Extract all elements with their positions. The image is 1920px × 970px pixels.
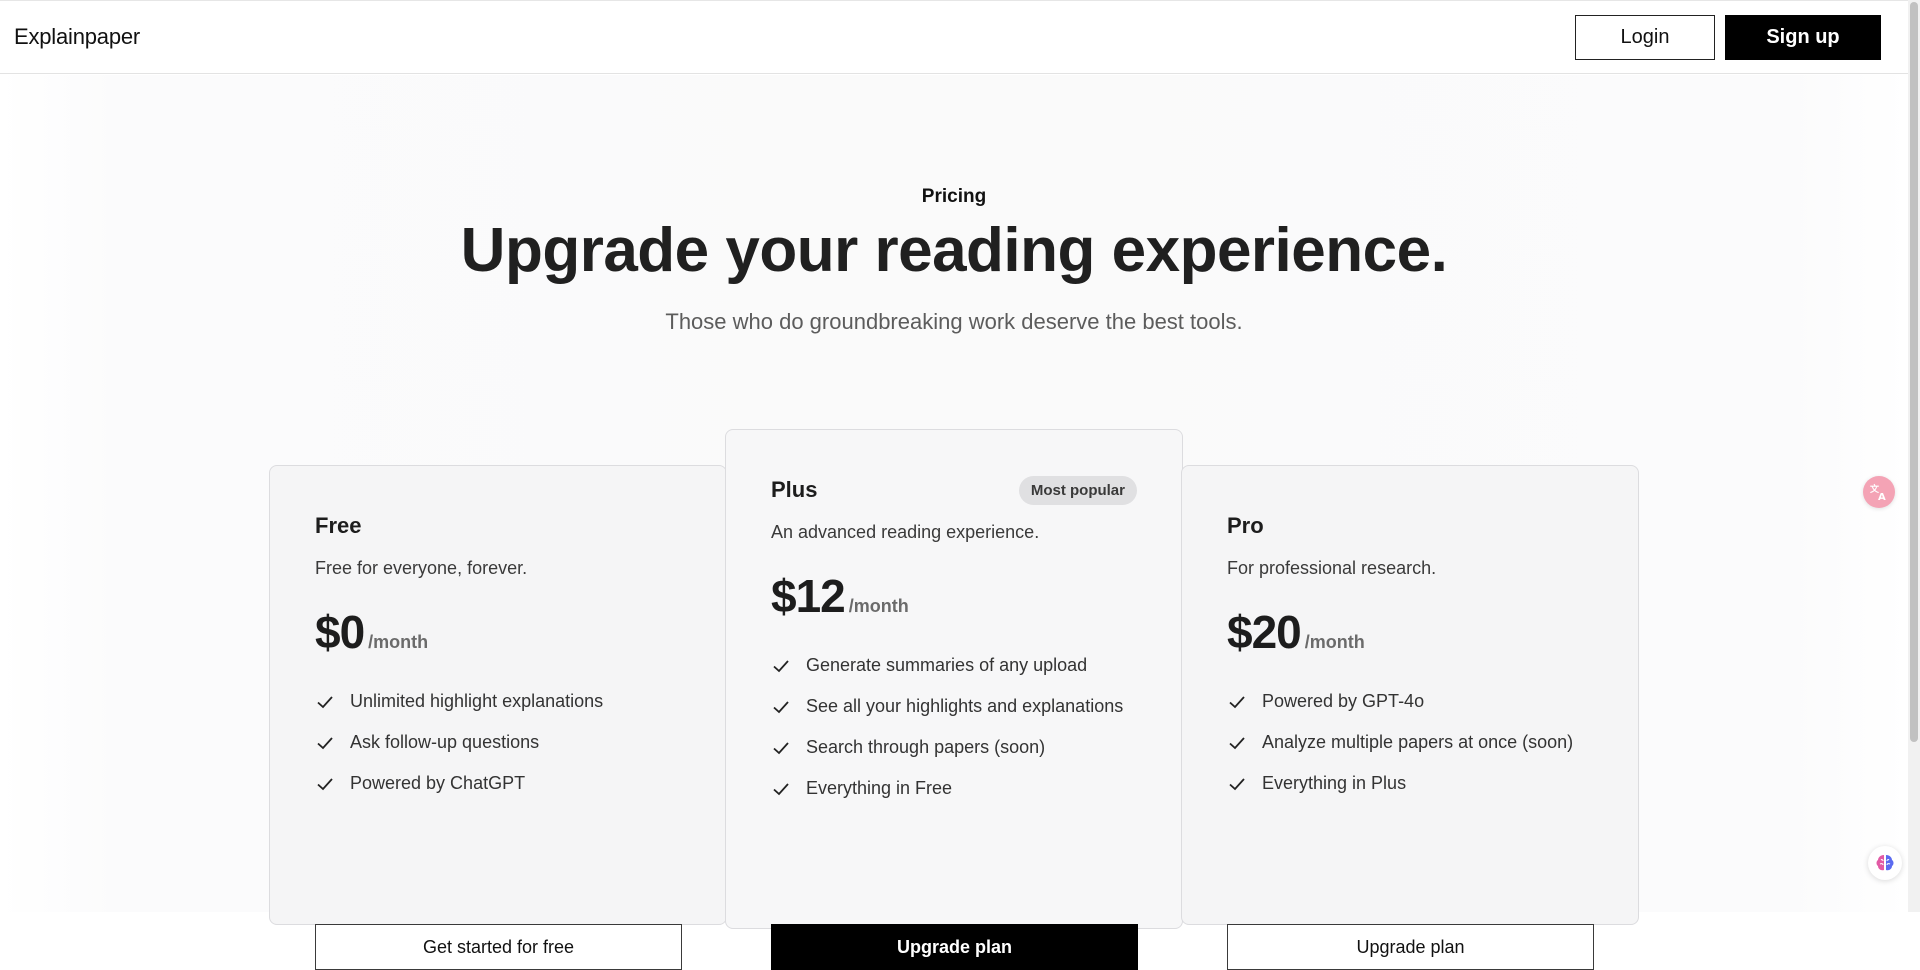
feature-item: Analyze multiple papers at once (soon) — [1227, 722, 1593, 763]
feature-text: Unlimited highlight explanations — [350, 691, 604, 711]
brain-icon[interactable] — [1868, 846, 1902, 880]
feature-item: See all your highlights and explanations — [771, 686, 1137, 727]
feature-item: Everything in Free — [771, 768, 1137, 809]
plan-card-pro: Pro For professional research. $20 /mont… — [1181, 465, 1639, 970]
feature-list: Powered by GPT-4o Analyze multiple paper… — [1227, 681, 1593, 804]
plan-name: Plus — [771, 477, 818, 502]
plan-description: For professional research. — [1227, 558, 1437, 578]
feature-item: Unlimited highlight explanations — [315, 681, 681, 722]
check-icon — [315, 692, 335, 712]
feature-item: Search through papers (soon) — [771, 727, 1137, 768]
feature-text: Search through papers (soon) — [806, 737, 1046, 757]
check-icon — [771, 656, 791, 676]
top-nav: Explainpaper Login Sign up — [0, 0, 1908, 74]
translate-icon[interactable]: 文 A — [1863, 476, 1895, 508]
feature-text: Powered by GPT-4o — [1262, 691, 1425, 711]
check-icon — [315, 733, 335, 753]
check-icon — [771, 738, 791, 758]
eyebrow-label: Pricing — [921, 186, 987, 207]
feature-item: Everything in Plus — [1227, 763, 1593, 804]
price-row: $20 /month — [1227, 605, 1593, 659]
feature-item: Generate summaries of any upload — [771, 645, 1137, 686]
check-icon — [315, 774, 335, 794]
plan-period: /month — [368, 632, 429, 652]
feature-text: Everything in Plus — [1262, 773, 1407, 793]
feature-text: See all your highlights and explanations — [806, 696, 1124, 716]
feature-text: Generate summaries of any upload — [806, 655, 1088, 675]
feature-item: Powered by GPT-4o — [1227, 681, 1593, 722]
upgrade-pro-button[interactable]: Upgrade plan — [1227, 924, 1594, 970]
signup-button[interactable]: Sign up — [1725, 14, 1881, 60]
feature-item: Ask follow-up questions — [315, 722, 681, 763]
svg-text:A: A — [1878, 492, 1886, 503]
page-subtitle: Those who do groundbreaking work deserve… — [665, 309, 1243, 334]
page-title: Upgrade your reading experience. — [460, 216, 1448, 285]
plan-card-plus: Plus Most popular An advanced reading ex… — [725, 429, 1183, 970]
feature-list: Generate summaries of any upload See all… — [771, 645, 1137, 809]
plan-price: $20 — [1227, 606, 1302, 658]
check-icon — [1227, 733, 1247, 753]
plan-price: $12 — [771, 570, 846, 622]
feature-text: Everything in Free — [806, 778, 953, 798]
feature-item: Powered by ChatGPT — [315, 763, 681, 804]
scrollbar[interactable] — [1908, 0, 1920, 912]
plan-name: Free — [315, 513, 362, 538]
plan-name: Pro — [1227, 513, 1264, 538]
get-started-button[interactable]: Get started for free — [315, 924, 682, 970]
upgrade-plus-button[interactable]: Upgrade plan — [771, 924, 1138, 970]
logo[interactable]: Explainpaper — [14, 24, 140, 50]
check-icon — [1227, 774, 1247, 794]
price-row: $0 /month — [315, 605, 681, 659]
login-button[interactable]: Login — [1575, 14, 1715, 60]
price-row: $12 /month — [771, 569, 1137, 623]
scrollbar-thumb[interactable] — [1910, 2, 1918, 742]
feature-text: Ask follow-up questions — [350, 732, 540, 752]
nav-actions: Login Sign up — [1575, 14, 1881, 60]
check-icon — [771, 779, 791, 799]
plan-card-free: Free Free for everyone, forever. $0 /mon… — [269, 465, 727, 970]
plan-period: /month — [848, 596, 909, 616]
check-icon — [1227, 692, 1247, 712]
pricing-section: Pricing Upgrade your reading experience.… — [0, 75, 1908, 970]
feature-list: Unlimited highlight explanations Ask fol… — [315, 681, 681, 804]
feature-text: Powered by ChatGPT — [350, 773, 526, 793]
plan-description: An advanced reading experience. — [771, 522, 1040, 542]
most-popular-badge: Most popular — [1018, 475, 1137, 505]
feature-text: Analyze multiple papers at once (soon) — [1262, 732, 1574, 752]
plan-description: Free for everyone, forever. — [315, 558, 528, 578]
plan-period: /month — [1304, 632, 1365, 652]
plan-price: $0 — [315, 606, 365, 658]
check-icon — [771, 697, 791, 717]
